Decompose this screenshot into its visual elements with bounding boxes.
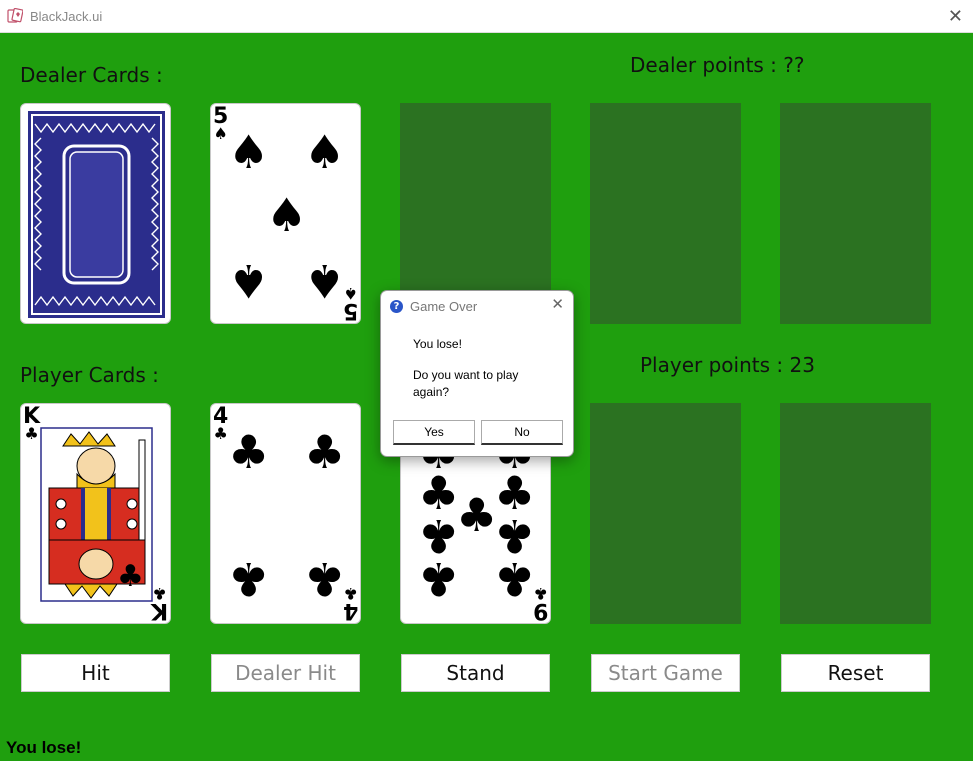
- spade-pip-icon: ♠: [304, 254, 346, 308]
- dealer-empty-slot-4: [590, 103, 741, 324]
- club-pip-icon: ♣: [456, 488, 498, 542]
- window-title: BlackJack.ui: [30, 9, 103, 24]
- king-figure-icon: [40, 427, 153, 602]
- card-corner-bottom: 9 ♣: [532, 584, 548, 623]
- club-pip-icon: ♣: [304, 552, 346, 606]
- player-card-1: K ♣ ♣ K ♣: [20, 403, 171, 624]
- dealer-cards-label: Dealer Cards :: [20, 63, 163, 87]
- card-back-pattern: [28, 111, 165, 318]
- card-corner-bottom: K ♣: [150, 584, 168, 623]
- club-pip-icon: ♣: [304, 425, 346, 479]
- dealer-empty-slot-5: [780, 103, 931, 324]
- club-pip-icon: ♣: [418, 552, 460, 606]
- club-pip-icon: ♣: [494, 552, 536, 606]
- cards-app-icon: [7, 8, 23, 23]
- club-pip-icon: ♣: [228, 425, 270, 479]
- spade-pip-icon: ♠: [228, 125, 270, 179]
- no-button[interactable]: No: [481, 420, 563, 445]
- dealer-card-1-back: [20, 103, 171, 324]
- card-corner-top: 4 ♣: [213, 404, 229, 443]
- spade-pip-icon: ♠: [228, 254, 270, 308]
- dialog-message: You lose!: [413, 337, 462, 351]
- player-empty-slot-5: [780, 403, 931, 624]
- title-bar: BlackJack.ui ✕: [0, 0, 973, 33]
- card-corner-bottom: 5 ♠: [342, 284, 358, 323]
- close-icon[interactable]: ✕: [948, 6, 963, 27]
- start-game-button[interactable]: Start Game: [591, 654, 740, 692]
- player-points-label: Player points : 23: [640, 353, 815, 377]
- club-pip-icon: ♣: [117, 559, 144, 594]
- player-empty-slot-4: [590, 403, 741, 624]
- card-corner-bottom: 4 ♣: [342, 584, 358, 623]
- yes-button[interactable]: Yes: [393, 420, 475, 445]
- club-pip-icon: ♣: [228, 552, 270, 606]
- stand-button[interactable]: Stand: [401, 654, 550, 692]
- dialog-title: Game Over: [410, 299, 478, 314]
- reset-button[interactable]: Reset: [781, 654, 930, 692]
- dealer-card-2: 5 ♠ ♠ ♠ ♠ ♠ ♠ 5 ♠: [210, 103, 361, 324]
- game-over-dialog: ? Game Over ✕ You lose! Do you want to p…: [380, 290, 574, 457]
- hit-button[interactable]: Hit: [21, 654, 170, 692]
- status-text: You lose!: [6, 738, 82, 757]
- dialog-close-icon[interactable]: ✕: [551, 295, 564, 313]
- dialog-question: Do you want to play again?: [413, 368, 519, 399]
- question-icon: ?: [390, 300, 403, 313]
- dealer-points-label: Dealer points : ??: [630, 53, 805, 77]
- spade-pip-icon: ♠: [266, 188, 308, 242]
- player-card-2: 4 ♣ ♣ ♣ ♣ ♣ 4 ♣: [210, 403, 361, 624]
- spade-pip-icon: ♠: [304, 125, 346, 179]
- card-corner-top: 5 ♠: [213, 104, 229, 143]
- dealer-hit-button[interactable]: Dealer Hit: [211, 654, 360, 692]
- player-cards-label: Player Cards :: [20, 363, 159, 387]
